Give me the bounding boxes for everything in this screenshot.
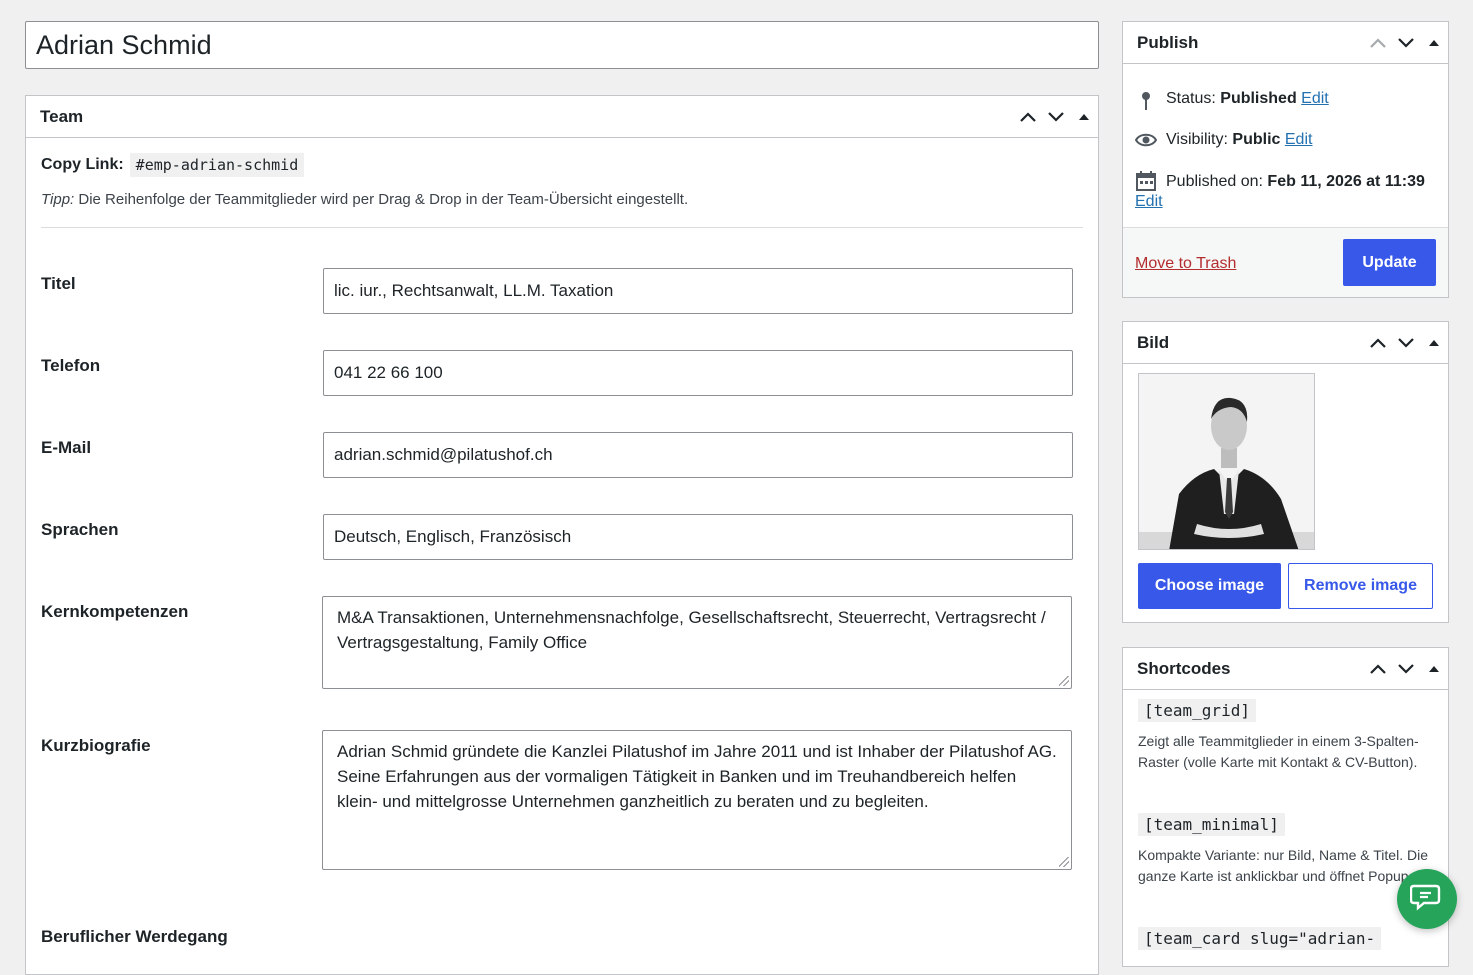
kernkompetenzen-label: Kernkompetenzen <box>41 602 189 621</box>
kurzbiografie-textarea[interactable]: Adrian Schmid gründete die Kanzlei Pilat… <box>322 730 1072 870</box>
team-metabox-handles <box>1014 96 1098 137</box>
remove-image-button[interactable]: Remove image <box>1288 563 1433 609</box>
calendar-icon <box>1135 170 1157 191</box>
publish-actions: Move to Trash Update <box>1123 227 1448 297</box>
copy-link-label: Copy Link: <box>41 156 124 173</box>
chat-widget-button[interactable] <box>1397 869 1457 929</box>
published-on-edit-link[interactable]: Edit <box>1135 193 1163 210</box>
telefon-label: Telefon <box>41 356 101 375</box>
publish-metabox-handles <box>1364 22 1448 63</box>
move-to-trash-link[interactable]: Move to Trash <box>1135 255 1236 273</box>
kurzbiografie-label: Kurzbiografie <box>41 736 151 755</box>
tip-prefix: Tipp: <box>41 191 75 208</box>
chevron-up-icon[interactable] <box>1364 648 1392 689</box>
tip-text: Tipp: Die Reihenfolge der Teammitglieder… <box>41 191 1083 208</box>
shortcode-team-grid[interactable]: [team_grid] <box>1138 699 1256 722</box>
visibility-row: Visibility: Public Edit <box>1123 131 1448 149</box>
toggle-arrow-icon[interactable] <box>1420 22 1448 63</box>
team-metabox-title: Team <box>40 106 84 126</box>
published-on-edit-row: Edit <box>1123 193 1448 211</box>
team-metabox-header: Team <box>26 96 1098 138</box>
sprachen-input[interactable]: Deutsch, Englisch, Französisch <box>323 514 1073 560</box>
chevron-down-icon[interactable] <box>1392 322 1420 363</box>
visibility-value: Public <box>1232 131 1281 148</box>
kernkompetenzen-textarea[interactable]: M&A Transaktionen, Unternehmensnachfolge… <box>322 596 1072 689</box>
published-on-row: Published on: Feb 11, 2026 at 11:39 <box>1123 170 1448 193</box>
shortcodes-metabox-handles <box>1364 648 1448 689</box>
bild-metabox-handles <box>1364 322 1448 363</box>
chevron-down-icon[interactable] <box>1392 22 1420 63</box>
sprachen-label: Sprachen <box>41 520 119 539</box>
choose-image-button[interactable]: Choose image <box>1138 563 1281 609</box>
publish-metabox-header: Publish <box>1123 22 1448 64</box>
email-label: E-Mail <box>41 438 92 457</box>
post-title-input[interactable]: Adrian Schmid <box>25 21 1099 69</box>
divider <box>41 227 1083 228</box>
email-input[interactable]: adrian.schmid@pilatushof.ch <box>323 432 1073 478</box>
publish-metabox: Publish Status: Published Edit Visibilit… <box>1122 21 1449 298</box>
visibility-text: Visibility: Public Edit <box>1166 131 1313 148</box>
bild-metabox: Bild Choose image Remove image <box>1122 321 1449 623</box>
shortcode-team-grid-desc: Zeigt alle Teammitglieder in einem 3-Spa… <box>1138 733 1419 770</box>
status-row: Status: Published Edit <box>1123 90 1448 111</box>
toggle-arrow-icon[interactable] <box>1420 648 1448 689</box>
update-button[interactable]: Update <box>1343 239 1436 286</box>
published-on-text: Published on: Feb 11, 2026 at 11:39 <box>1166 173 1425 190</box>
shortcode-team-minimal-desc: Kompakte Variante: nur Bild, Name & Tite… <box>1138 847 1428 884</box>
chat-icon <box>1409 882 1444 917</box>
resize-handle[interactable] <box>1059 857 1069 867</box>
shortcodes-metabox-header: Shortcodes <box>1123 648 1448 690</box>
toggle-arrow-icon[interactable] <box>1070 96 1098 137</box>
shortcode-team-card[interactable]: [team_card slug="adrian- <box>1138 927 1382 950</box>
status-value: Published <box>1220 90 1297 107</box>
copy-link-slug[interactable]: #emp-adrian-schmid <box>129 153 305 177</box>
copy-link-row: Copy Link: #emp-adrian-schmid <box>41 152 1083 178</box>
chevron-down-icon[interactable] <box>1392 648 1420 689</box>
profile-photo <box>1138 373 1315 550</box>
telefon-input[interactable]: 041 22 66 100 <box>323 350 1073 396</box>
chevron-up-icon[interactable] <box>1364 322 1392 363</box>
shortcodes-metabox-title: Shortcodes <box>1137 658 1231 678</box>
resize-handle[interactable] <box>1059 676 1069 686</box>
shortcodes-metabox: Shortcodes [team_grid] Zeigt alle Teammi… <box>1122 647 1449 967</box>
werdegang-label: Beruflicher Werdegang <box>41 927 228 946</box>
chevron-down-icon[interactable] <box>1042 96 1070 137</box>
titel-input[interactable]: lic. iur., Rechtsanwalt, LL.M. Taxation <box>323 268 1073 314</box>
published-on-value: Feb 11, 2026 at 11:39 <box>1267 173 1425 190</box>
visibility-edit-link[interactable]: Edit <box>1285 131 1313 148</box>
chevron-up-icon[interactable] <box>1014 96 1042 137</box>
kurzbiografie-text: Adrian Schmid gründete die Kanzlei Pilat… <box>337 742 1057 811</box>
tip-body: Die Reihenfolge der Teammitglieder wird … <box>74 191 689 208</box>
eye-icon <box>1135 131 1157 148</box>
chevron-up-icon[interactable] <box>1364 22 1392 63</box>
team-metabox-content: Copy Link: #emp-adrian-schmid Tipp: Die … <box>26 138 1098 228</box>
publish-metabox-title: Publish <box>1137 32 1199 52</box>
pin-icon <box>1135 90 1157 111</box>
bild-metabox-header: Bild <box>1123 322 1448 364</box>
status-text: Status: Published Edit <box>1166 90 1329 107</box>
team-metabox: Team Copy Link: #emp-adrian-schmid Tipp:… <box>25 95 1099 975</box>
status-edit-link[interactable]: Edit <box>1301 90 1329 107</box>
bild-metabox-title: Bild <box>1137 332 1170 352</box>
titel-label: Titel <box>41 274 76 293</box>
kernkompetenzen-text: M&A Transaktionen, Unternehmensnachfolge… <box>337 608 1046 652</box>
toggle-arrow-icon[interactable] <box>1420 322 1448 363</box>
shortcode-team-minimal[interactable]: [team_minimal] <box>1138 813 1285 836</box>
